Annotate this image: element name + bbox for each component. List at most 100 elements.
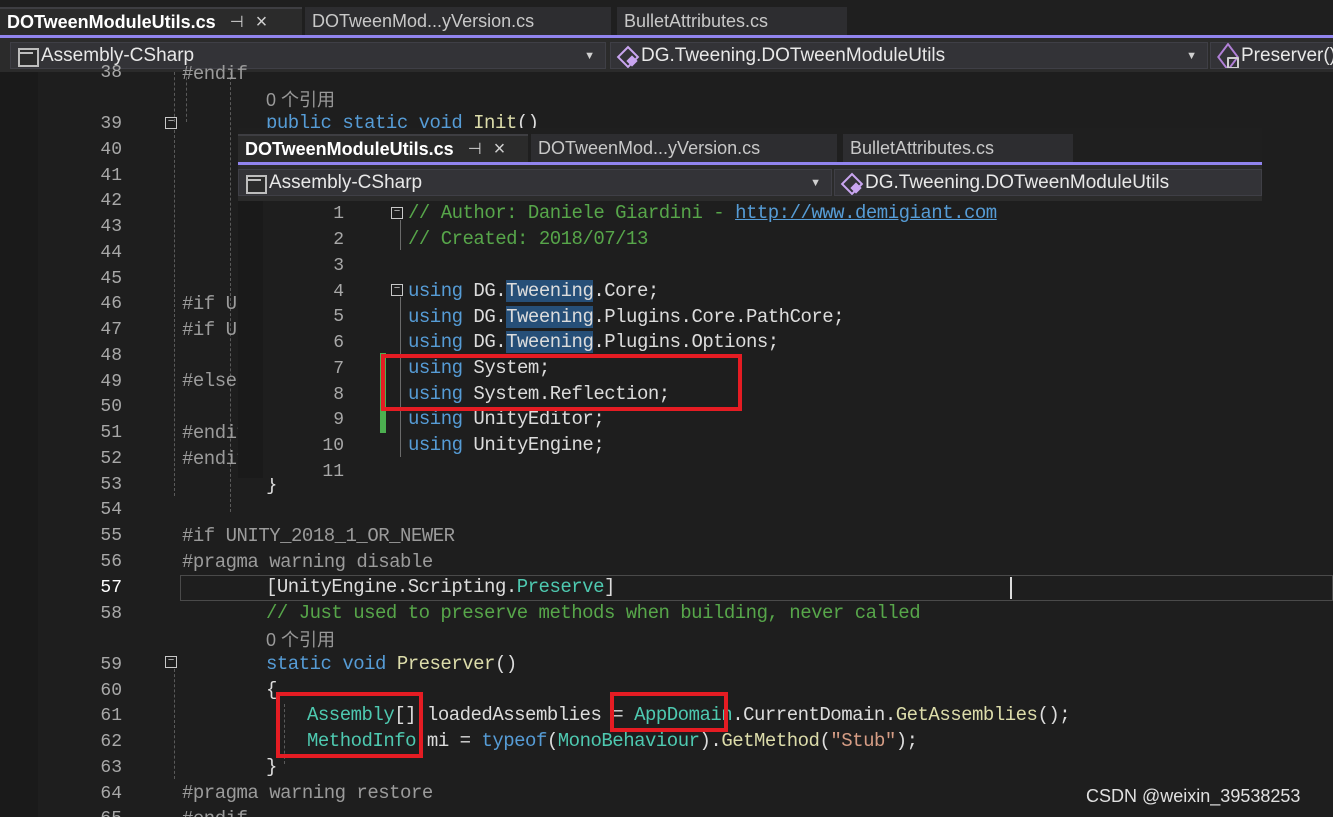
type-dropdown[interactable]: DG.Tweening.DOTweenModuleUtils ▼	[610, 42, 1208, 69]
line-number: 44	[100, 243, 122, 263]
line-number: 62	[100, 732, 122, 752]
line-number: 63	[100, 758, 122, 778]
close-icon[interactable]: ×	[256, 11, 268, 34]
project-label: Assembly-CSharp	[269, 171, 423, 193]
line-number: 65	[0, 809, 122, 817]
annotation-box-appdomain	[610, 692, 728, 732]
line-number: 39	[100, 114, 122, 134]
tab-dotweenmoduleutils[interactable]: DOTweenModuleUtils.cs ⊣ ×	[0, 7, 302, 35]
line-number: 2	[333, 230, 344, 250]
type-label: DG.Tweening.DOTweenModuleUtils	[641, 44, 946, 66]
line-number: 9	[333, 410, 344, 430]
document-tab-strip: DOTweenModuleUtils.cs ⊣ × DOTweenMod...y…	[238, 128, 1262, 162]
tab-label: BulletAttributes.cs	[850, 137, 995, 158]
line-number: 56	[100, 552, 122, 572]
line-number: 60	[100, 681, 122, 701]
chevron-down-icon: ▼	[810, 176, 821, 189]
line-number: 5	[333, 307, 344, 327]
tab-dotweenmoduleutils: DOTweenModuleUtils.cs ⊣ ×	[238, 134, 528, 162]
tab-bulletattributes: BulletAttributes.cs	[843, 134, 1073, 162]
line-number: 3	[333, 256, 344, 276]
tab-dotweenmodule-version[interactable]: DOTweenMod...yVersion.cs	[305, 7, 611, 35]
tab-label: DOTweenModuleUtils.cs	[7, 11, 216, 32]
line-number: 43	[100, 217, 122, 237]
tab-label: DOTweenMod...yVersion.cs	[312, 10, 535, 31]
project-dropdown: Assembly-CSharp ▼	[238, 169, 832, 196]
fold-guide	[174, 669, 175, 779]
member-dropdown[interactable]: Preserver()	[1210, 42, 1333, 69]
code-line-49: #else	[182, 370, 237, 392]
line-number: 42	[100, 191, 122, 211]
annotation-box-using-system	[381, 354, 742, 411]
csharp-project-icon	[245, 173, 267, 194]
pin-icon: ⊣	[467, 141, 482, 158]
line-number: 40	[100, 140, 122, 160]
codelens-references[interactable]: 0 个引用	[266, 626, 335, 652]
collapse-icon: −	[391, 207, 403, 219]
code-line-63: }	[266, 756, 277, 778]
chevron-down-icon: ▼	[584, 49, 595, 62]
text-caret	[1010, 577, 1012, 599]
inset-code-line-1: // Author: Daniele Giardini - http://www…	[408, 202, 997, 224]
csdn-watermark: CSDN @weixin_39538253	[1086, 786, 1301, 806]
line-number-current: 57	[100, 578, 122, 598]
line-number: 53	[100, 475, 122, 495]
line-number: 49	[100, 372, 122, 392]
line-number: 7	[333, 359, 344, 379]
line-number: 52	[100, 449, 122, 469]
collapse-icon[interactable]: −	[165, 117, 177, 129]
line-number: 4	[333, 282, 344, 302]
line-number: 46	[100, 294, 122, 314]
pasted-editor-screenshot: DOTweenModuleUtils.cs ⊣ × DOTweenMod...y…	[238, 128, 1262, 478]
tab-label: DOTweenModuleUtils.cs	[245, 138, 454, 159]
line-number: 1	[333, 204, 344, 224]
fold-guide	[174, 130, 175, 496]
code-line-65: #endif	[182, 808, 248, 817]
inset-code-line-10: using UnityEngine;	[408, 434, 605, 456]
tab-bulletattributes[interactable]: BulletAttributes.cs	[617, 7, 847, 35]
line-number: 10	[322, 436, 344, 456]
line-number: 59	[100, 655, 122, 675]
line-number: 45	[100, 269, 122, 289]
line-number: 54	[100, 500, 122, 520]
close-icon: ×	[493, 137, 506, 160]
inset-code-line-5: using DG.Tweening.Plugins.Core.PathCore;	[408, 306, 845, 328]
class-icon	[841, 173, 861, 193]
pin-icon[interactable]: ⊣	[230, 12, 244, 32]
line-number: 47	[100, 320, 122, 340]
line-number: 8	[333, 385, 344, 405]
code-line-59: static void Preserver()	[266, 653, 517, 675]
code-line-38: #endif	[182, 63, 248, 85]
inset-code-line-6: using DG.Tweening.Plugins.Options;	[408, 331, 779, 353]
collapse-icon[interactable]: −	[165, 656, 177, 668]
line-number: 58	[100, 604, 122, 624]
code-line-57: [UnityEngine.Scripting.Preserve]	[266, 576, 615, 598]
code-line-58: // Just used to preserve methods when bu…	[266, 602, 921, 624]
line-number: 38	[100, 63, 122, 83]
tab-label: DOTweenMod...yVersion.cs	[538, 137, 761, 158]
line-number: 64	[100, 784, 122, 804]
document-tab-strip: DOTweenModuleUtils.cs ⊣ × DOTweenMod...y…	[0, 0, 1333, 36]
navigation-bar: Assembly-CSharp ▼ DG.Tweening.DOTweenMod…	[238, 165, 1262, 201]
line-number: 6	[333, 333, 344, 353]
type-label: DG.Tweening.DOTweenModuleUtils	[865, 171, 1170, 193]
line-number: 55	[100, 526, 122, 546]
inset-code-line-4: using DG.Tweening.Core;	[408, 280, 659, 302]
collapse-icon: −	[391, 284, 403, 296]
fold-guide	[174, 72, 175, 122]
tab-dotweenmodule-version: DOTweenMod...yVersion.cs	[531, 134, 837, 162]
line-number: 11	[322, 462, 344, 478]
codelens-references[interactable]: 0 个引用	[266, 86, 335, 112]
line-number: 50	[100, 397, 122, 417]
line-number: 41	[100, 166, 122, 186]
type-dropdown: DG.Tweening.DOTweenModuleUtils	[834, 169, 1262, 196]
code-line-56: #pragma warning disable	[182, 551, 433, 573]
tab-label: BulletAttributes.cs	[624, 10, 769, 31]
method-icon	[1217, 46, 1239, 68]
class-icon	[617, 46, 637, 66]
code-line-55: #if UNITY_2018_1_OR_NEWER	[182, 525, 455, 547]
line-number: 51	[100, 423, 122, 443]
chevron-down-icon: ▼	[1186, 49, 1197, 62]
line-number: 61	[100, 706, 122, 726]
line-number: 48	[100, 346, 122, 366]
